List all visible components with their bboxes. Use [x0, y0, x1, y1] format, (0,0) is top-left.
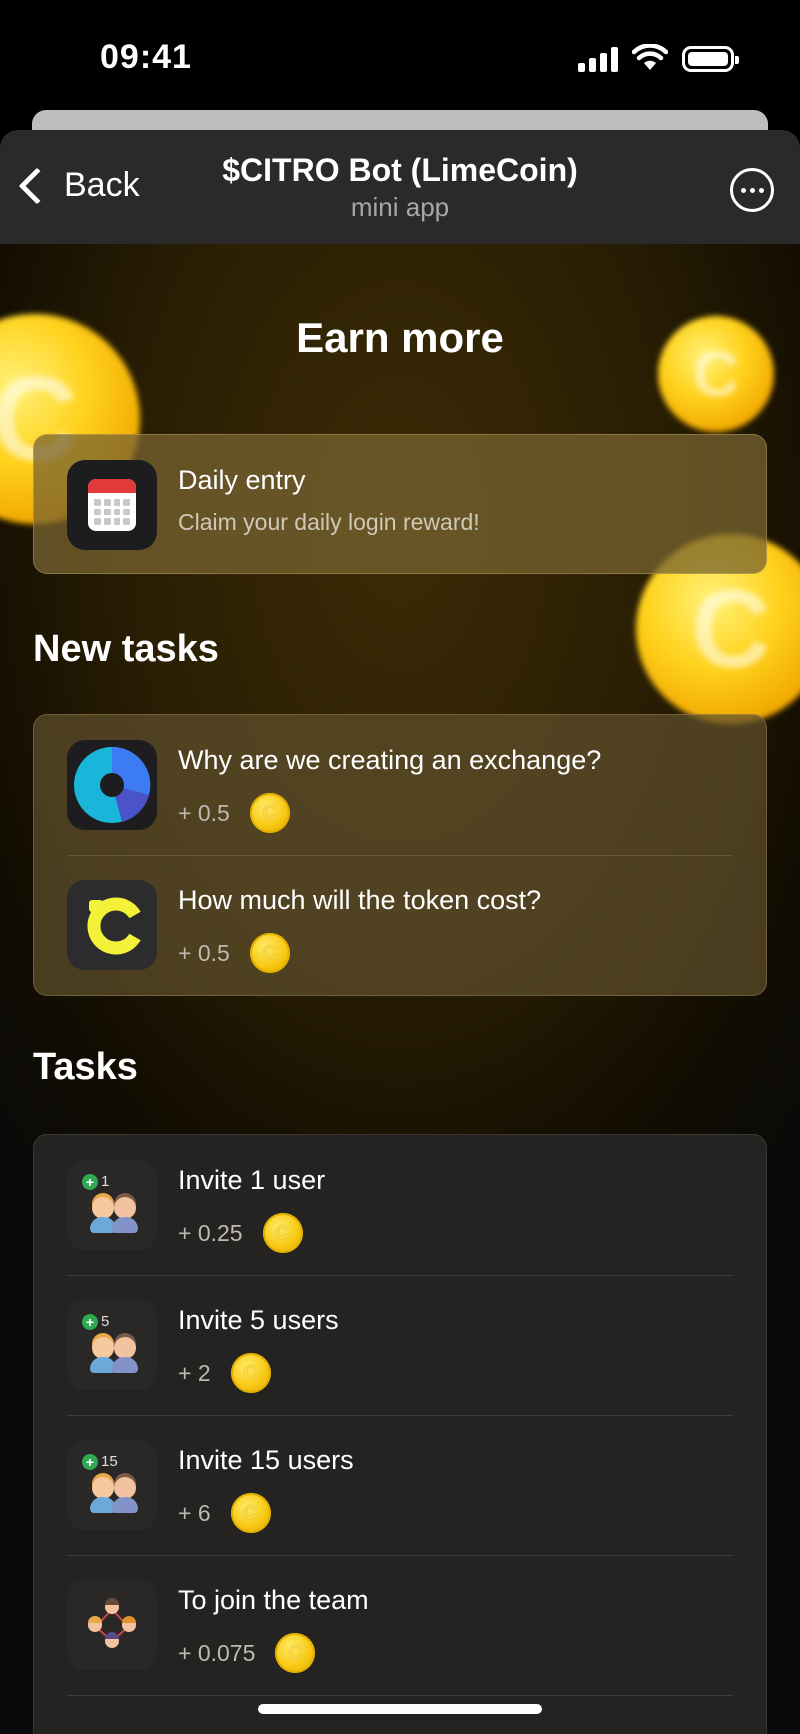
mini-app-header: Back $CITRO Bot (LimeCoin) mini app [0, 130, 800, 244]
invite-count-badge: 15 [101, 1453, 118, 1470]
status-time: 09:41 [100, 38, 192, 76]
coin-icon [230, 1353, 271, 1393]
daily-entry-card[interactable]: Daily entry Claim your daily login rewar… [33, 434, 767, 574]
status-icons [578, 44, 739, 72]
task-reward: + 0.075 [178, 1639, 256, 1666]
app-subtitle: mini app [350, 192, 450, 222]
task-reward: + 0.5 [178, 939, 230, 966]
task-reward: + 6 [178, 1499, 211, 1526]
more-options-button[interactable] [730, 168, 774, 212]
team-icon [67, 1580, 157, 1670]
list-item[interactable]: To join the team + 0.075 [34, 1555, 766, 1695]
list-item[interactable]: Why are we creating an exchange? + 0.5 [34, 715, 766, 855]
calendar-icon [67, 460, 157, 550]
task-title: To join the team [178, 1585, 369, 1615]
coin-icon [262, 1213, 303, 1253]
daily-entry-subtitle: Claim your daily login reward! [178, 509, 480, 535]
invite-users-icon: +15 [67, 1440, 157, 1530]
coin-icon [249, 793, 290, 833]
cellular-signal-icon [578, 46, 618, 72]
invite-count-badge: 1 [101, 1173, 110, 1190]
list-item[interactable]: +15 Invite 15 users + 6 [34, 1415, 766, 1555]
new-tasks-card: Why are we creating an exchange? + 0.5 H… [33, 714, 767, 996]
list-item[interactable]: +5 Invite 5 users + 2 [34, 1275, 766, 1415]
coin-icon [249, 933, 290, 973]
task-title: Why are we creating an exchange? [178, 745, 602, 775]
invite-count-badge: 5 [101, 1313, 110, 1330]
task-title: Invite 1 user [178, 1165, 326, 1195]
invite-users-icon: +5 [67, 1300, 157, 1390]
tasks-heading: Tasks [33, 1046, 138, 1088]
task-reward: + 0.5 [178, 799, 230, 826]
list-item[interactable]: +1 Invite 1 user + 0.25 [34, 1135, 766, 1275]
daily-entry-title: Daily entry [178, 465, 306, 495]
task-reward: + 0.25 [178, 1219, 243, 1246]
tasks-card: +1 Invite 1 user + 0.25 +5 [33, 1134, 767, 1734]
divider [67, 1695, 733, 1696]
list-item[interactable]: How much will the token cost? + 0.5 [34, 855, 766, 995]
home-indicator[interactable] [258, 1704, 542, 1714]
task-title: Invite 15 users [178, 1445, 354, 1475]
page-title: Earn more [296, 314, 504, 361]
task-reward: + 2 [178, 1359, 211, 1386]
invite-users-icon: +1 [67, 1160, 157, 1250]
citro-logo-icon [67, 880, 157, 970]
pie-chart-icon [67, 740, 157, 830]
status-bar: 09:41 [0, 0, 800, 110]
coin-icon [230, 1493, 271, 1533]
battery-icon [682, 46, 739, 72]
wifi-icon [632, 44, 668, 70]
app-title: $CITRO Bot (LimeCoin) [222, 152, 578, 188]
task-title: How much will the token cost? [178, 885, 542, 915]
task-title: Invite 5 users [178, 1305, 339, 1335]
content-area[interactable]: Earn more Daily entry Claim your daily l… [0, 244, 800, 1734]
coin-icon [275, 1633, 316, 1673]
new-tasks-heading: New tasks [33, 628, 219, 670]
